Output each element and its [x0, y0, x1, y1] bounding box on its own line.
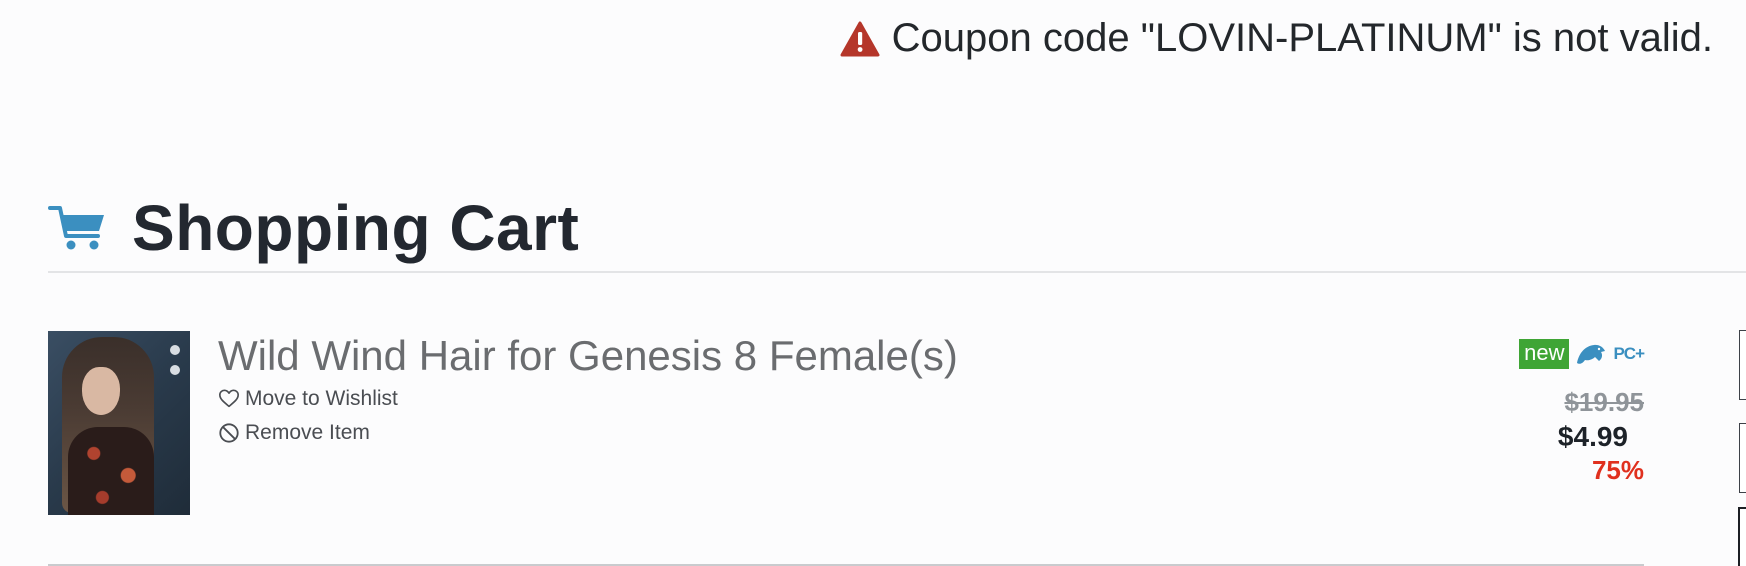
remove-item-link[interactable]: Remove Item	[218, 421, 370, 445]
coupon-error-alert: Coupon code "LOVIN-PLATINUM" is not vali…	[840, 16, 1713, 61]
header-divider	[48, 271, 1746, 273]
page-title: Shopping Cart	[132, 192, 580, 264]
original-price: $19.95	[1564, 387, 1644, 417]
shopping-cart-icon	[48, 206, 104, 250]
alert-message: Coupon code "LOVIN-PLATINUM" is not vali…	[891, 16, 1713, 60]
dragon-icon	[1577, 344, 1606, 364]
checkout-control[interactable]	[1738, 507, 1746, 566]
new-badge: new	[1519, 339, 1570, 369]
move-to-wishlist-label: Move to Wishlist	[245, 387, 398, 410]
product-badges: new PC+	[1519, 339, 1645, 369]
page-header: Shopping Cart	[48, 196, 579, 260]
discount-percent: 75%	[1591, 455, 1644, 485]
product-thumbnail[interactable]	[48, 331, 190, 515]
ban-icon	[219, 423, 239, 443]
product-title-link[interactable]: Wild Wind Hair for Genesis 8 Female(s)	[218, 331, 958, 381]
remove-item-label: Remove Item	[245, 421, 370, 444]
pc-plus-badge: PC+	[1613, 344, 1645, 363]
quantity-control[interactable]	[1739, 330, 1746, 400]
current-price: $4.99	[1557, 421, 1628, 452]
heart-icon	[219, 389, 239, 408]
cart-item: Wild Wind Hair for Genesis 8 Female(s) M…	[48, 331, 1645, 515]
warning-triangle-icon	[840, 21, 880, 56]
quantity-control[interactable]	[1739, 423, 1746, 493]
move-to-wishlist-link[interactable]: Move to Wishlist	[218, 387, 398, 411]
